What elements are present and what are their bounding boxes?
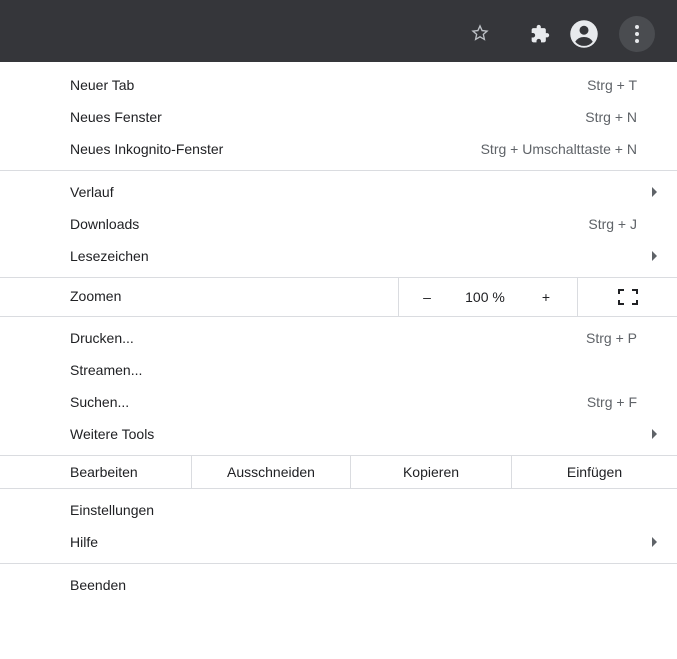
menu-item-help[interactable]: Hilfe bbox=[0, 526, 677, 558]
menu-item-label: Hilfe bbox=[70, 534, 99, 550]
menu-item-shortcut: Strg + F bbox=[586, 394, 637, 410]
zoom-out-button[interactable]: – bbox=[399, 278, 455, 316]
menu-item-label: Downloads bbox=[70, 216, 140, 232]
star-icon[interactable] bbox=[467, 20, 493, 46]
fullscreen-icon[interactable] bbox=[577, 278, 677, 316]
chrome-main-menu: Neuer Tab Strg + T Neues Fenster Strg + … bbox=[0, 62, 677, 601]
menu-item-label: Drucken... bbox=[70, 330, 134, 346]
menu-item-find[interactable]: Suchen... Strg + F bbox=[0, 386, 677, 418]
menu-item-shortcut: Strg + T bbox=[587, 77, 637, 93]
submenu-arrow-icon bbox=[652, 251, 657, 261]
zoom-level-value: 100 % bbox=[465, 289, 505, 305]
menu-separator bbox=[0, 316, 677, 317]
extensions-puzzle-icon[interactable] bbox=[528, 22, 552, 46]
edit-row: Bearbeiten Ausschneiden Kopieren Einfüge… bbox=[0, 456, 677, 488]
zoom-controls: – 100 % + bbox=[398, 278, 677, 316]
menu-separator bbox=[0, 563, 677, 564]
menu-item-cast[interactable]: Streamen... bbox=[0, 354, 677, 386]
more-vert-icon[interactable] bbox=[619, 16, 655, 52]
menu-item-print[interactable]: Drucken... Strg + P bbox=[0, 322, 677, 354]
paste-button[interactable]: Einfügen bbox=[511, 456, 677, 488]
menu-item-label: Neues Inkognito-Fenster bbox=[70, 141, 224, 157]
menu-separator bbox=[0, 488, 677, 489]
menu-item-exit[interactable]: Beenden bbox=[0, 569, 677, 601]
zoom-in-button[interactable]: + bbox=[515, 278, 577, 316]
menu-item-shortcut: Strg + Umschalttaste + N bbox=[480, 141, 637, 157]
submenu-arrow-icon bbox=[652, 187, 657, 197]
menu-item-shortcut: Strg + P bbox=[586, 330, 637, 346]
menu-item-settings[interactable]: Einstellungen bbox=[0, 494, 677, 526]
browser-toolbar bbox=[0, 0, 677, 62]
menu-item-downloads[interactable]: Downloads Strg + J bbox=[0, 208, 677, 240]
profile-avatar-icon[interactable] bbox=[568, 18, 600, 50]
cut-button[interactable]: Ausschneiden bbox=[191, 456, 350, 488]
menu-item-new-tab[interactable]: Neuer Tab Strg + T bbox=[0, 69, 677, 101]
menu-item-label: Einstellungen bbox=[70, 502, 155, 518]
menu-item-new-window[interactable]: Neues Fenster Strg + N bbox=[0, 101, 677, 133]
menu-item-label: Weitere Tools bbox=[70, 426, 155, 442]
menu-item-label: Suchen... bbox=[70, 394, 130, 410]
menu-item-bookmarks[interactable]: Lesezeichen bbox=[0, 240, 677, 272]
edit-label: Bearbeiten bbox=[70, 464, 138, 480]
menu-item-label: Streamen... bbox=[70, 362, 143, 378]
zoom-row: Zoomen – 100 % + bbox=[0, 278, 677, 316]
menu-item-label: Neues Fenster bbox=[70, 109, 162, 125]
submenu-arrow-icon bbox=[652, 429, 657, 439]
menu-separator bbox=[0, 170, 677, 171]
copy-button[interactable]: Kopieren bbox=[350, 456, 511, 488]
menu-item-label: Beenden bbox=[70, 577, 127, 593]
zoom-label: Zoomen bbox=[70, 288, 122, 304]
submenu-arrow-icon bbox=[652, 537, 657, 547]
menu-item-label: Lesezeichen bbox=[70, 248, 149, 264]
menu-item-shortcut: Strg + N bbox=[585, 109, 637, 125]
menu-item-new-incognito-window[interactable]: Neues Inkognito-Fenster Strg + Umschaltt… bbox=[0, 133, 677, 165]
menu-item-shortcut: Strg + J bbox=[588, 216, 637, 232]
menu-item-more-tools[interactable]: Weitere Tools bbox=[0, 418, 677, 450]
menu-item-history[interactable]: Verlauf bbox=[0, 176, 677, 208]
menu-item-label: Neuer Tab bbox=[70, 77, 135, 93]
menu-item-label: Verlauf bbox=[70, 184, 114, 200]
